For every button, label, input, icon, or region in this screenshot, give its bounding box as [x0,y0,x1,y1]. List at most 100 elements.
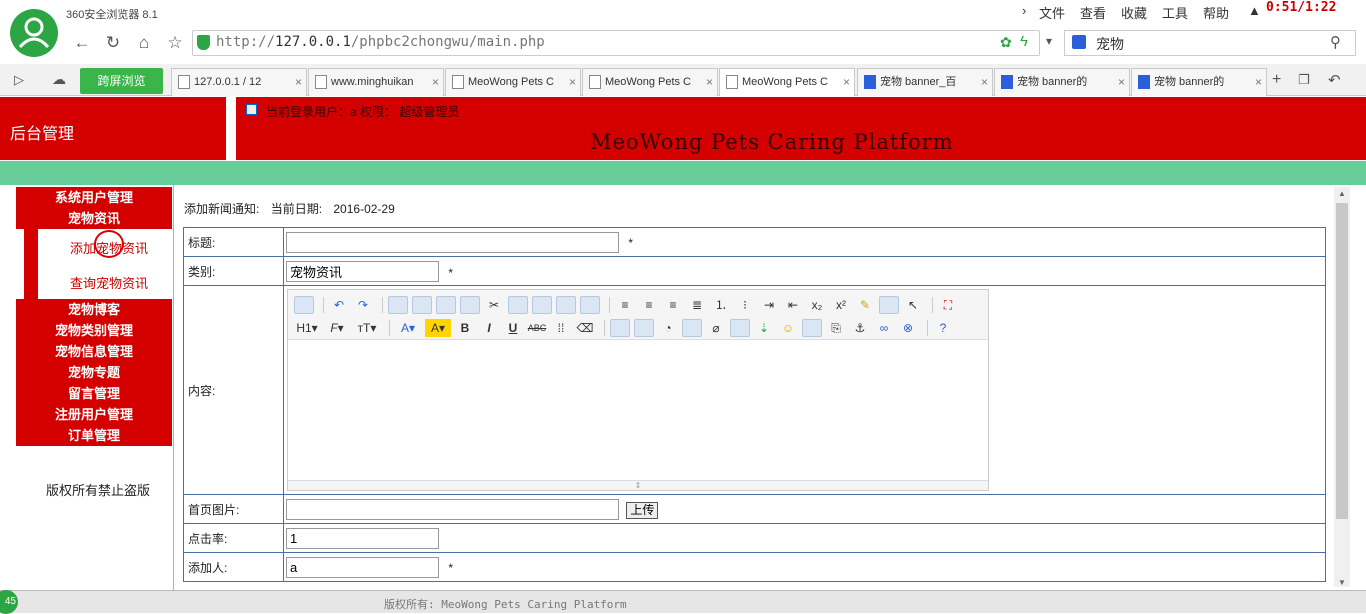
menu-view[interactable]: 查看 [1080,3,1106,22]
anchor-icon[interactable]: ⚓ [850,319,870,337]
sidebar-item-pet-blog[interactable]: 宠物博客 [16,299,172,320]
tab-phpmyadmin[interactable]: 127.0.0.1 / 12 × [171,68,307,96]
undo-icon[interactable]: ↶ [329,296,349,314]
star-icon[interactable]: ☆ [165,33,185,53]
cloud-icon[interactable]: ☁ [52,71,66,88]
highlight-icon[interactable]: A▾ [425,318,451,337]
sidebar-item-messages[interactable]: 留言管理 [16,383,172,404]
sidebar-subitem-query-news[interactable]: 查询宠物资讯 [70,273,148,292]
ordered-list-icon[interactable]: ⒈ [711,296,731,314]
menu-tools[interactable]: 工具 [1162,3,1188,22]
paste-text-icon[interactable] [556,295,576,314]
chevron-right-icon[interactable]: › [1022,3,1026,18]
category-input[interactable] [286,260,439,282]
tab-meowong-active[interactable]: MeoWong Pets C × [719,68,855,97]
sidebar-item-pet-category[interactable]: 宠物类别管理 [16,320,172,341]
link-icon[interactable]: ∞ [874,319,894,337]
clear-format-icon[interactable]: ✎ [855,296,875,314]
cut-icon[interactable]: ✂ [484,296,504,314]
unlink-icon[interactable]: ⊗ [898,319,918,337]
sidebar-item-registered-users[interactable]: 注册用户管理 [16,404,172,425]
font-size-icon[interactable]: тT▾ [354,319,380,337]
source-code-icon[interactable] [294,295,314,314]
print-icon[interactable] [412,295,432,314]
align-center-icon[interactable]: ≡ [639,296,659,314]
tab-list-icon[interactable]: ❐ [1298,72,1310,88]
chevron-down-icon[interactable]: ▾ [1046,34,1052,48]
tab-meowong-2[interactable]: MeoWong Pets C × [582,68,718,96]
close-icon[interactable]: × [1118,69,1125,95]
table-icon[interactable] [730,318,750,337]
search-icon[interactable]: ⚲ [1330,33,1341,51]
author-input[interactable] [286,556,439,578]
line-height-icon[interactable]: ⁞⁞ [551,319,571,337]
flash-icon[interactable]: ◔ [658,319,678,337]
eraser-icon[interactable]: ⌫ [575,319,595,337]
italic-icon[interactable]: I [479,319,499,337]
cross-screen-button[interactable]: 跨屏浏览 [80,68,163,94]
page-break-icon[interactable]: ⎘ [826,319,846,337]
fullscreen-icon[interactable]: ⛶ [938,296,958,314]
bold-icon[interactable]: B [455,319,475,337]
help-icon[interactable]: ? [933,319,953,337]
close-icon[interactable]: × [843,69,850,95]
tab-banner-2[interactable]: 宠物 banner的 × [994,68,1130,96]
scroll-up-icon[interactable]: ▲ [1338,189,1346,198]
paste-word-icon[interactable] [580,295,600,314]
font-color-icon[interactable]: A▾ [395,319,421,337]
media-icon[interactable] [682,318,702,337]
close-icon[interactable]: × [706,69,713,95]
sidebar-item-pet-news[interactable]: 宠物资讯 [16,208,172,229]
shirt-icon[interactable]: ▲ [1248,3,1261,18]
clicks-input[interactable] [286,527,439,549]
sync-icon[interactable]: ✿ [1000,34,1012,51]
sidebar-item-pet-topics[interactable]: 宠物专题 [16,362,172,383]
superscript-icon[interactable]: x² [831,296,851,314]
menu-help[interactable]: 帮助 [1203,3,1229,22]
upload-button[interactable]: 上传 [626,501,659,519]
home-icon[interactable]: ⌂ [134,33,154,53]
subscript-icon[interactable]: x₂ [807,296,827,314]
title-input[interactable] [286,231,619,253]
outdent-icon[interactable]: ⇤ [783,296,803,314]
close-icon[interactable]: × [295,69,302,95]
align-right-icon[interactable]: ≡ [663,296,683,314]
close-icon[interactable]: × [432,69,439,95]
resize-handle-icon[interactable]: ⇕ [288,480,988,490]
sidebar-toggle-icon[interactable]: ▷ [14,72,24,88]
new-tab-icon[interactable]: + [1272,71,1281,89]
indent-icon[interactable]: ⇥ [759,296,779,314]
emoticon-icon[interactable]: ☺ [778,319,798,337]
lightning-icon[interactable]: ϟ [1020,33,1028,50]
user-avatar[interactable] [10,9,58,57]
sidebar-item-orders[interactable]: 订单管理 [16,425,172,446]
multi-image-icon[interactable] [634,318,654,337]
menu-favorites[interactable]: 收藏 [1121,3,1147,22]
strikethrough-icon[interactable]: ABC [527,319,547,337]
editor-body[interactable] [288,340,988,478]
sidebar-item-system-users[interactable]: 系统用户管理 [16,187,172,208]
align-justify-icon[interactable]: ≣ [687,296,707,314]
select-all-icon[interactable] [879,295,899,314]
close-icon[interactable]: × [569,69,576,95]
copy-icon[interactable] [508,295,528,314]
scroll-down-icon[interactable]: ▼ [1338,578,1346,587]
cursor-icon[interactable]: ↖ [903,296,923,314]
unordered-list-icon[interactable]: ⁝ [735,296,755,314]
paw-icon[interactable] [1072,35,1086,49]
tab-meowong-1[interactable]: MeoWong Pets C × [445,68,581,96]
close-icon[interactable]: × [1255,69,1262,95]
redo-icon[interactable]: ↷ [353,296,373,314]
refresh-icon[interactable]: ↻ [103,33,123,53]
image-icon[interactable] [610,318,630,337]
heading-icon[interactable]: H1▾ [294,319,320,337]
insert-picture-icon[interactable] [802,318,822,337]
insert-hr-icon[interactable]: ⇣ [754,319,774,337]
tab-banner-1[interactable]: 宠物 banner_百 × [857,68,993,96]
menu-file[interactable]: 文件 [1039,3,1065,22]
tab-minghuikan[interactable]: www.minghuikan × [308,68,444,96]
close-icon[interactable]: × [981,69,988,95]
undo-close-icon[interactable]: ↶ [1328,71,1341,89]
preview-icon[interactable] [388,295,408,314]
image-input[interactable] [286,498,619,520]
